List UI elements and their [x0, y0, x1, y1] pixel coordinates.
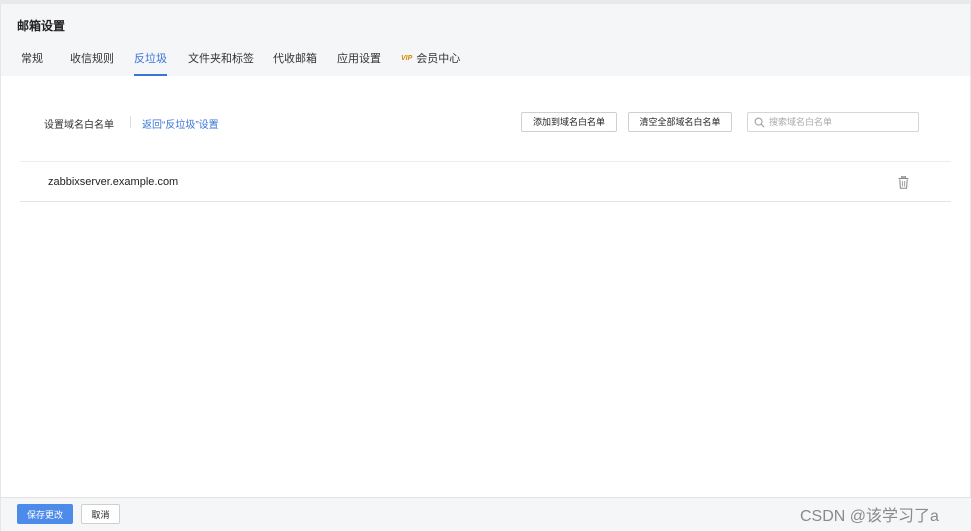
page-title: 邮箱设置 [17, 19, 66, 33]
clear-whitelist-button[interactable]: 清空全部域名白名单 [628, 112, 732, 132]
tab-mail-rules[interactable]: 收信规则 [70, 51, 114, 76]
tab-member-center-label: 会员中心 [416, 53, 461, 65]
search-input[interactable] [769, 114, 914, 130]
settings-header: 邮箱设置 常规 收信规则 反垃圾 文件夹和标签 代收邮箱 应用设置 VIP 会员中… [0, 4, 971, 76]
search-icon [754, 117, 765, 128]
tab-folders-labels[interactable]: 文件夹和标签 [188, 51, 254, 76]
toolbar-divider [130, 116, 131, 128]
cancel-button[interactable]: 取消 [81, 504, 120, 524]
vip-icon: VIP [401, 55, 413, 62]
tab-anti-spam[interactable]: 反垃圾 [134, 51, 167, 76]
save-changes-button[interactable]: 保存更改 [17, 504, 73, 524]
tab-general[interactable]: 常规 [21, 51, 43, 76]
watermark: CSDN @该学习了a [800, 508, 939, 525]
whitelist-domain: zabbixserver.example.com [48, 176, 179, 188]
add-to-whitelist-button[interactable]: 添加到域名白名单 [521, 112, 617, 132]
whitelist-section-title: 设置域名白名单 [44, 120, 114, 131]
tab-app-settings[interactable]: 应用设置 [337, 51, 381, 76]
whitelist-row: zabbixserver.example.com [20, 162, 951, 202]
search-box[interactable] [747, 112, 919, 132]
trash-icon[interactable] [898, 176, 909, 189]
tab-member-center[interactable]: VIP 会员中心 [401, 51, 460, 76]
tab-mail-collection[interactable]: 代收邮箱 [273, 51, 317, 76]
whitelist-panel: 设置域名白名单 返回“反垃圾”设置 添加到域名白名单 清空全部域名白名单 zab… [0, 76, 971, 497]
back-to-anti-spam-link[interactable]: 返回“反垃圾”设置 [142, 116, 219, 131]
